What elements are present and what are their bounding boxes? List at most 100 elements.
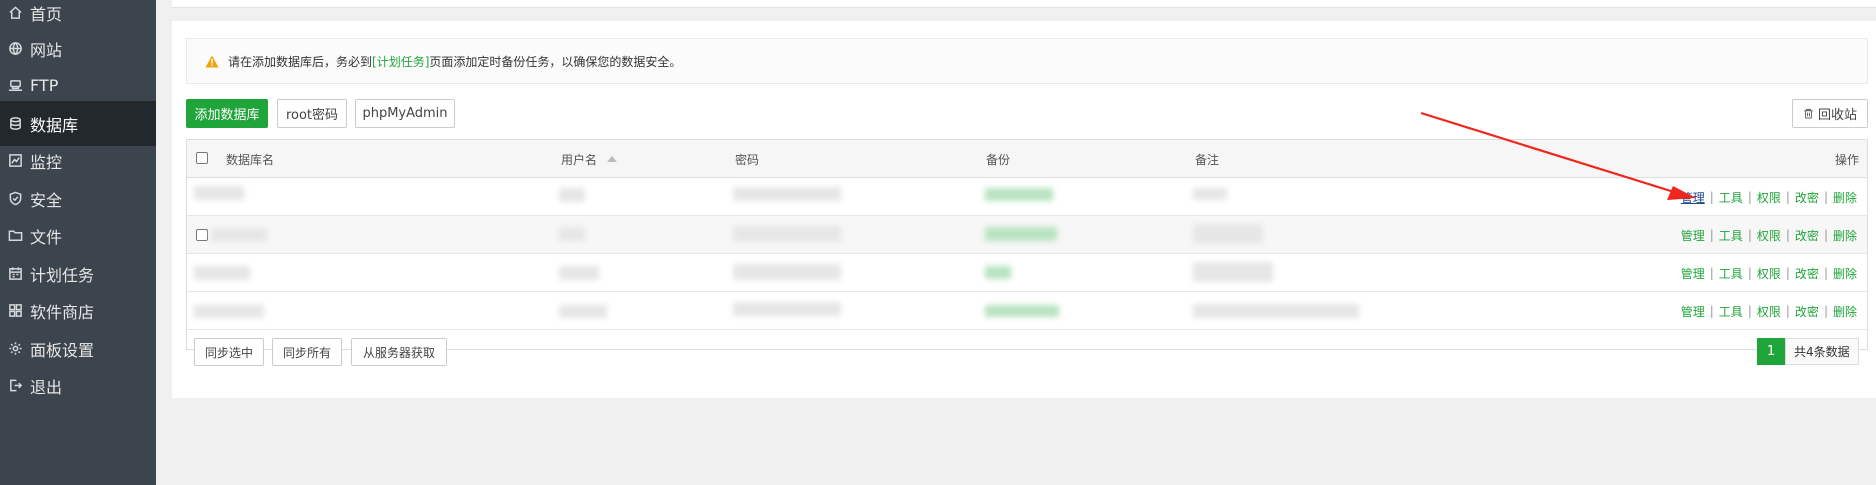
column-password[interactable]: 密码 [735,140,759,178]
sidebar-item-label: 计划任务 [30,265,95,285]
warning-icon [205,55,219,67]
delete-link[interactable]: 删除 [1833,227,1857,244]
separator: | [1747,304,1752,318]
column-actions: 操作 [1834,152,1859,167]
globe-icon [0,41,30,56]
grid-icon [0,303,30,318]
monitor-icon [0,153,30,168]
sync-selected-button[interactable]: 同步选中 [194,338,264,366]
tools-link[interactable]: 工具 [1719,265,1743,282]
row-actions: 管理 | 工具 | 权限 | 改密 | 删除 [1681,216,1857,254]
add-database-button[interactable]: 添加数据库 [186,99,268,128]
row-checkbox[interactable] [196,229,208,241]
column-username-label: 用户名 [561,152,598,167]
database-icon [0,116,30,131]
page-button-current[interactable]: 1 [1757,338,1785,365]
sidebar-item-label: 安全 [30,190,63,210]
separator: | [1709,228,1714,242]
change-password-link[interactable]: 改密 [1795,303,1819,320]
table-header: 数据库名 用户名 密码 备份 备注 操作 [187,140,1867,178]
table-row[interactable]: 管理 | 工具 | 权限 | 改密 | 删除 [187,254,1867,292]
redacted-cell [733,264,841,280]
phpmyadmin-button[interactable]: phpMyAdmin [355,99,455,128]
manage-link[interactable]: 管理 [1681,227,1705,244]
redacted-cell [1193,262,1273,282]
redacted-cell [733,226,841,242]
alert-text-after: 页面添加定时备份任务，以确保您的数据安全。 [429,54,682,69]
sidebar-item-label: 首页 [30,4,63,24]
row-actions: 管理 | 工具 | 权限 | 改密 | 删除 [1681,292,1857,330]
separator: | [1785,304,1790,318]
sidebar-item-label: 数据库 [30,115,79,135]
redacted-cell [1193,188,1227,200]
sidebar-item-label: 监控 [30,152,63,172]
redacted-cell [194,266,250,280]
delete-link[interactable]: 删除 [1833,303,1857,320]
database-panel: 请在添加数据库后，务必到 [计划任务] 页面添加定时备份任务，以确保您的数据安全… [172,21,1876,398]
column-username[interactable]: 用户名 [561,140,618,178]
permission-link[interactable]: 权限 [1757,189,1781,206]
top-panel [172,0,1876,8]
manage-link[interactable]: 管理 [1681,303,1705,320]
separator: | [1823,266,1828,280]
manage-link[interactable]: 管理 [1681,265,1705,282]
separator: | [1709,304,1714,318]
gear-icon [0,341,30,356]
delete-link[interactable]: 删除 [1833,265,1857,282]
redacted-cell [194,186,244,200]
sidebar: 首页 网站 FTP 数据库 监控 安全 文件 计划任务 软件商店 面板设置 退出 [0,0,156,485]
sidebar-item-label: 退出 [30,377,63,397]
recycle-bin-label: 回收站 [1817,108,1857,123]
tools-link[interactable]: 工具 [1719,227,1743,244]
permission-link[interactable]: 权限 [1757,227,1781,244]
folder-icon [0,228,30,243]
fetch-from-server-button[interactable]: 从服务器获取 [351,338,447,366]
column-backup[interactable]: 备份 [986,140,1010,178]
separator: | [1709,266,1714,280]
ftp-icon [0,78,30,93]
redacted-cell [559,266,599,280]
redacted-cell [985,266,1011,279]
home-icon [0,5,30,20]
cron-link[interactable]: [计划任务] [372,53,429,70]
sidebar-item-label: FTP [30,76,59,95]
redacted-cell [733,302,841,316]
separator: | [1785,190,1790,204]
table-row[interactable]: 管理 | 工具 | 权限 | 改密 | 删除 [187,178,1867,216]
logout-icon [0,378,30,393]
separator: | [1823,190,1828,204]
sidebar-item-label: 文件 [30,227,63,247]
table-row[interactable]: 管理 | 工具 | 权限 | 改密 | 删除 [187,216,1867,254]
separator: | [1709,190,1714,204]
database-table: 数据库名 用户名 密码 备份 备注 操作 管理 | 工具 | 权限 | 改密 | 删除 [186,139,1868,350]
column-remark[interactable]: 备注 [1195,140,1219,178]
tools-link[interactable]: 工具 [1719,303,1743,320]
change-password-link[interactable]: 改密 [1795,189,1819,206]
table-row[interactable]: 管理 | 工具 | 权限 | 改密 | 删除 [187,292,1867,330]
sidebar-item-label: 网站 [30,40,63,60]
delete-link[interactable]: 删除 [1833,189,1857,206]
sidebar-item-logout[interactable]: 退出 [0,363,156,408]
redacted-cell [985,188,1053,201]
redacted-cell [559,305,607,318]
change-password-link[interactable]: 改密 [1795,227,1819,244]
sort-asc-icon [607,156,618,162]
redacted-cell [559,227,585,241]
tools-link[interactable]: 工具 [1719,189,1743,206]
manage-link[interactable]: 管理 [1681,189,1705,206]
redacted-cell [985,305,1059,317]
redacted-cell [733,187,841,201]
permission-link[interactable]: 权限 [1757,265,1781,282]
change-password-link[interactable]: 改密 [1795,265,1819,282]
recycle-bin-button[interactable]: 回收站 [1792,99,1868,128]
sync-all-button[interactable]: 同步所有 [272,338,342,366]
separator: | [1785,228,1790,242]
column-name[interactable]: 数据库名 [226,140,274,178]
root-password-button[interactable]: root密码 [277,99,347,128]
shield-icon [0,191,30,206]
select-all-checkbox[interactable] [196,152,208,164]
permission-link[interactable]: 权限 [1757,303,1781,320]
calendar-icon [0,266,30,281]
row-actions: 管理 | 工具 | 权限 | 改密 | 删除 [1681,178,1857,216]
redacted-cell [1193,304,1359,318]
